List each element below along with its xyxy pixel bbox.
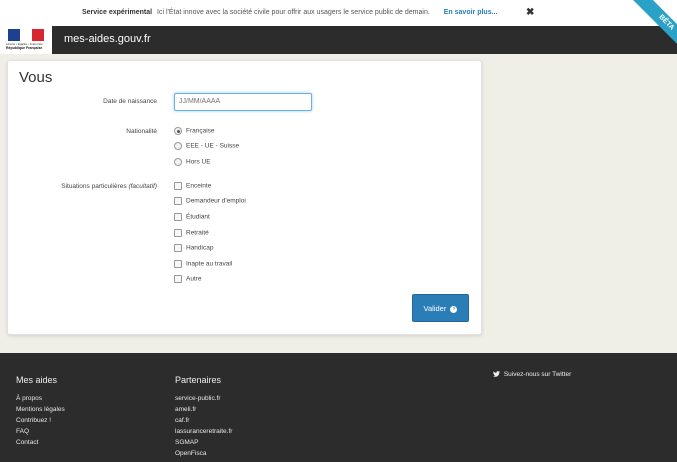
french-flag-icon — [8, 29, 44, 41]
footer-link[interactable]: Mentions légales — [16, 404, 65, 415]
checkbox-icon[interactable] — [174, 260, 182, 268]
situation-etudiant[interactable]: Étudiant — [174, 213, 210, 221]
beta-ribbon: BÊTA — [617, 0, 677, 60]
situation-autre[interactable]: Autre — [174, 275, 202, 283]
radio-selected-icon[interactable] — [174, 127, 182, 135]
notice-title: Service expérimental — [82, 9, 153, 16]
footer-column-mes-aides: Mes aides À propos Mentions légales Cont… — [16, 375, 65, 448]
radio-icon[interactable] — [174, 158, 182, 166]
situations-label: Situations particulières (facultatif) — [61, 183, 157, 190]
site-header: Liberté • Égalité • Fraternité Républiqu… — [0, 26, 677, 54]
beta-label: BÊTA — [629, 0, 677, 60]
close-icon[interactable]: ✖ — [526, 7, 534, 18]
nationality-label: Nationalité — [126, 128, 157, 135]
footer-link[interactable]: À propos — [16, 393, 65, 404]
footer-column-partenaires: Partenaires service-public.fr ameli.fr c… — [175, 375, 232, 459]
footer-link[interactable]: ameli.fr — [175, 404, 232, 415]
footer-link[interactable]: Contribuez ! — [16, 415, 65, 426]
notice-text: Ici l'État innove avec la société civile… — [157, 9, 430, 16]
situation-inapte-travail[interactable]: Inapte au travail — [174, 260, 232, 268]
site-title-link[interactable]: mes-aides.gouv.fr — [64, 33, 151, 45]
republique-francaise-logo[interactable]: Liberté • Égalité • Fraternité Républiqu… — [0, 26, 52, 54]
learn-more-link[interactable]: En savoir plus... — [444, 9, 498, 16]
footer-link[interactable]: SGMAP — [175, 437, 232, 448]
footer-link[interactable]: FAQ — [16, 426, 65, 437]
footer-link[interactable]: service-public.fr — [175, 393, 232, 404]
footer-link[interactable]: caf.fr — [175, 415, 232, 426]
nationality-option-francaise[interactable]: Française — [174, 127, 215, 135]
radio-icon[interactable] — [174, 142, 182, 150]
situation-retraite[interactable]: Retraité — [174, 229, 209, 237]
twitter-icon — [493, 371, 500, 378]
birth-date-label: Date de naissance — [103, 98, 157, 105]
footer-link[interactable]: Contact — [16, 437, 65, 448]
logo-name: République Française — [6, 46, 43, 50]
checkbox-icon[interactable] — [174, 182, 182, 190]
footer-link[interactable]: lassuranceretraite.fr — [175, 426, 232, 437]
situation-handicap[interactable]: Handicap — [174, 244, 213, 252]
form-card: Vous Date de naissance Nationalité Franç… — [7, 60, 482, 335]
situation-demandeur-emploi[interactable]: Demandeur d'emploi — [174, 197, 246, 205]
validate-button[interactable]: Valider › — [412, 294, 469, 322]
nationality-option-eee[interactable]: EEE - UE - Suisse — [174, 142, 239, 150]
footer-heading: Partenaires — [175, 375, 222, 385]
checkbox-icon[interactable] — [174, 197, 182, 205]
arrow-right-circle-icon: › — [450, 305, 458, 313]
footer-link[interactable]: OpenFisca — [175, 448, 232, 459]
page-title: Vous — [19, 69, 53, 86]
checkbox-icon[interactable] — [174, 275, 182, 283]
birth-date-input[interactable] — [174, 93, 312, 111]
twitter-follow-link[interactable]: Suivez-nous sur Twitter — [493, 371, 571, 378]
nationality-option-hors-ue[interactable]: Hors UE — [174, 158, 211, 166]
footer-heading: Mes aides — [16, 375, 58, 385]
experimental-notice-bar: Service expérimental Ici l'État innove a… — [0, 0, 677, 26]
checkbox-icon[interactable] — [174, 229, 182, 237]
site-footer: Mes aides À propos Mentions légales Cont… — [0, 353, 677, 462]
situation-enceinte[interactable]: Enceinte — [174, 182, 211, 190]
checkbox-icon[interactable] — [174, 244, 182, 252]
checkbox-icon[interactable] — [174, 213, 182, 221]
